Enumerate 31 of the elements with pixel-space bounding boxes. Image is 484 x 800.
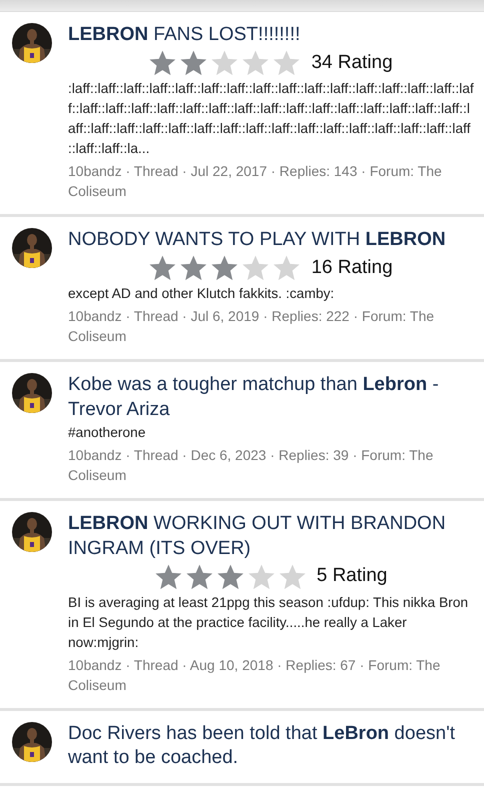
thread-meta: 10bandz · Thread · Dec 6, 2023 · Replies: 39 · Forum: The Coliseum (68, 446, 434, 486)
star-icon (242, 50, 270, 76)
star-icon (149, 254, 176, 281)
star-icon (211, 50, 238, 76)
star-icon (216, 564, 244, 590)
star-icon (273, 50, 300, 76)
thread-meta: 10bandz · Thread · Jul 6, 2019 · Replies: 222 · Forum: The Coliseum (68, 307, 436, 346)
star-icon (242, 254, 270, 281)
star-icon (186, 564, 213, 590)
thread-title[interactable]: LEBRON FANS LOST!!!!!!!! (68, 23, 474, 48)
star-icon (149, 50, 176, 76)
star-icon (154, 564, 182, 590)
rating-count: 5 Rating (316, 564, 388, 588)
star-icon (278, 564, 306, 590)
thread-meta: 10bandz · Thread · Aug 10, 2018 · Replies: 67 · Forum: The Coliseum (68, 656, 442, 695)
thread-snippet: :laff::laff::laff::laff::laff::laff::laff::laff::laff::laff::laff::laff::laff::laff::laff::laff::laff::laff::laff::laff::laff::laff::laff::laff::laff::laff::laff::laff::laff::laff::laff::laff::laff::laff::laff::laff::laff::laff::laff::laff::laff::laff::laff::laff::laff::laff::laff::laff::laff::la... (68, 80, 474, 158)
star-icon (180, 50, 208, 76)
star-icon (211, 254, 238, 281)
thread-title[interactable]: LEBRON WORKING OUT WITH BRANDON INGRAM (ITS OVER) (68, 512, 474, 562)
thread-snippet: #anotherone (68, 424, 146, 442)
thread-snippet: BI is averaging at least 21ppg this season :ufdup: This nikka Bron in El Segundo at the practice facility.....he really a Laker now:mjgrin: (68, 594, 470, 652)
rating-count: 16 Rating (311, 256, 393, 280)
rating-count: 34 Rating (311, 50, 393, 75)
thread-title[interactable]: Doc Rivers has been told that LeBron doesn't want to be coached. (68, 722, 474, 771)
star-icon (273, 254, 300, 281)
star-icon (248, 564, 275, 590)
thread-snippet: except AD and other Klutch fakkits. :camby: (68, 285, 336, 304)
thread-title[interactable]: Kobe was a tougher matchup than Lebron - Trevor Ariza (68, 372, 474, 422)
star-icon (180, 254, 208, 281)
thread-meta: 10bandz · Thread · Jul 22, 2017 · Replies: 143 · Forum: The Coliseum (68, 162, 443, 202)
thread-title[interactable]: NOBODY WANTS TO PLAY WITH LEBRON (68, 228, 474, 253)
